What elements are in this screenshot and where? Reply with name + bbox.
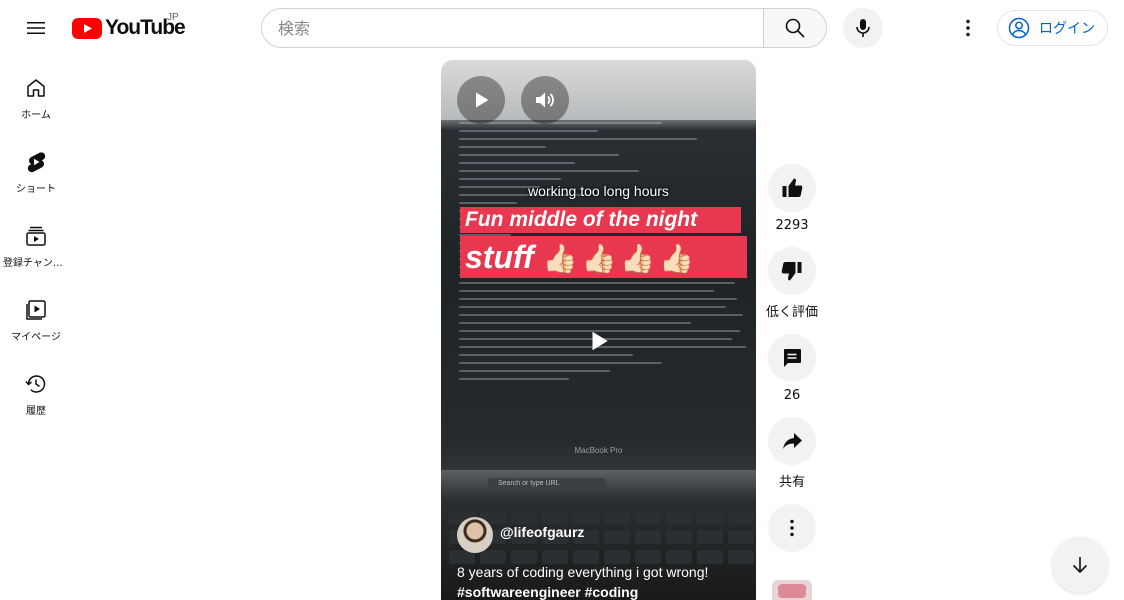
banner-line2-text: stuff bbox=[465, 239, 534, 275]
sidebar-item-label: 登録チャンネル bbox=[3, 258, 69, 269]
subscriptions-icon bbox=[26, 226, 46, 246]
dislike-button[interactable] bbox=[768, 247, 816, 295]
volume-icon bbox=[536, 92, 554, 108]
search-icon bbox=[785, 18, 805, 38]
sidebar-item-history[interactable]: 履歴 bbox=[0, 352, 72, 426]
play-icon bbox=[592, 331, 608, 351]
settings-more-button[interactable] bbox=[948, 8, 988, 48]
home-icon bbox=[27, 79, 45, 97]
library-icon bbox=[26, 300, 46, 320]
search-box[interactable] bbox=[261, 8, 764, 48]
like-action: 2293 bbox=[767, 164, 817, 233]
share-action: 共有 bbox=[767, 417, 817, 490]
masthead: YouTube JP ログイン bbox=[0, 0, 1124, 56]
thumbs-up-emoji-row: 👍🏻👍🏻👍🏻👍🏻 bbox=[542, 243, 699, 274]
like-count: 2293 bbox=[775, 218, 809, 233]
hamburger-icon bbox=[27, 22, 45, 34]
guide-menu-button[interactable] bbox=[16, 8, 56, 48]
next-video-button[interactable] bbox=[1052, 537, 1108, 593]
comment-action: 26 bbox=[767, 334, 817, 403]
video-caption-text: working too long hours bbox=[528, 183, 669, 199]
more-vertical-icon bbox=[966, 19, 970, 37]
sidebar-item-label: ホーム bbox=[21, 110, 51, 121]
channel-handle[interactable]: @lifeofgaurz bbox=[500, 524, 584, 540]
shorts-player[interactable]: MacBook Pro Search or type URL working t… bbox=[441, 60, 756, 600]
more-vertical-icon bbox=[790, 519, 794, 537]
sound-source-thumbnail[interactable] bbox=[772, 580, 812, 600]
arrow-down-icon bbox=[1072, 557, 1088, 574]
sidebar-item-label: ショート bbox=[16, 184, 56, 195]
like-button[interactable] bbox=[768, 164, 816, 212]
video-frame-touchbar-url: Search or type URL bbox=[488, 478, 606, 490]
sidebar-item-library[interactable]: マイページ bbox=[0, 278, 72, 352]
center-play-indicator[interactable] bbox=[586, 328, 612, 359]
share-arrow-icon bbox=[783, 433, 802, 449]
microphone-icon bbox=[856, 19, 870, 37]
more-action bbox=[767, 504, 817, 552]
channel-avatar[interactable] bbox=[457, 517, 493, 553]
comment-count: 26 bbox=[783, 388, 801, 403]
dislike-label: 低く評価 bbox=[766, 305, 819, 320]
login-button[interactable]: ログイン bbox=[997, 10, 1108, 46]
video-banner-line2: stuff 👍🏻👍🏻👍🏻👍🏻 bbox=[460, 236, 747, 278]
comments-button[interactable] bbox=[768, 334, 816, 382]
comment-icon bbox=[784, 349, 801, 367]
voice-search-button[interactable] bbox=[843, 8, 883, 48]
video-hashtags[interactable]: #softwareengineer #coding bbox=[457, 582, 747, 600]
volume-button[interactable] bbox=[521, 76, 569, 124]
video-title-text: 8 years of coding everything i got wrong… bbox=[457, 564, 709, 580]
channel-owner[interactable]: @lifeofgaurz bbox=[457, 517, 584, 553]
account-circle-icon bbox=[1008, 17, 1030, 39]
sidebar-item-label: 履歴 bbox=[26, 406, 46, 417]
shorts-icon bbox=[27, 152, 46, 173]
region-code: JP bbox=[167, 12, 179, 23]
sidebar-item-subscriptions[interactable]: 登録チャンネル bbox=[0, 204, 72, 278]
sidebar-item-shorts[interactable]: ショート bbox=[0, 130, 72, 204]
play-icon bbox=[476, 92, 489, 108]
mini-guide: ホーム ショート 登録チャンネル マイページ 履歴 bbox=[0, 56, 72, 426]
youtube-play-logo-icon bbox=[72, 17, 102, 39]
shorts-actions: 2293 低く評価 26 共有 bbox=[766, 164, 819, 566]
video-banner-line1: Fun middle of the night bbox=[460, 207, 741, 233]
dislike-action: 低く評価 bbox=[766, 247, 819, 320]
sidebar-item-home[interactable]: ホーム bbox=[0, 56, 72, 130]
video-title: 8 years of coding everything i got wrong… bbox=[457, 562, 747, 600]
search-input[interactable] bbox=[278, 18, 764, 38]
search-button[interactable] bbox=[763, 8, 827, 48]
thumb-up-icon bbox=[782, 178, 803, 197]
sidebar-item-label: マイページ bbox=[11, 332, 61, 343]
thumb-down-icon bbox=[781, 262, 802, 281]
share-label: 共有 bbox=[778, 475, 805, 490]
login-label: ログイン bbox=[1039, 21, 1095, 37]
more-options-button[interactable] bbox=[768, 504, 816, 552]
share-button[interactable] bbox=[768, 417, 816, 465]
history-icon bbox=[25, 375, 46, 393]
play-pause-button[interactable] bbox=[457, 76, 505, 124]
video-frame-brand: MacBook Pro bbox=[574, 446, 623, 455]
